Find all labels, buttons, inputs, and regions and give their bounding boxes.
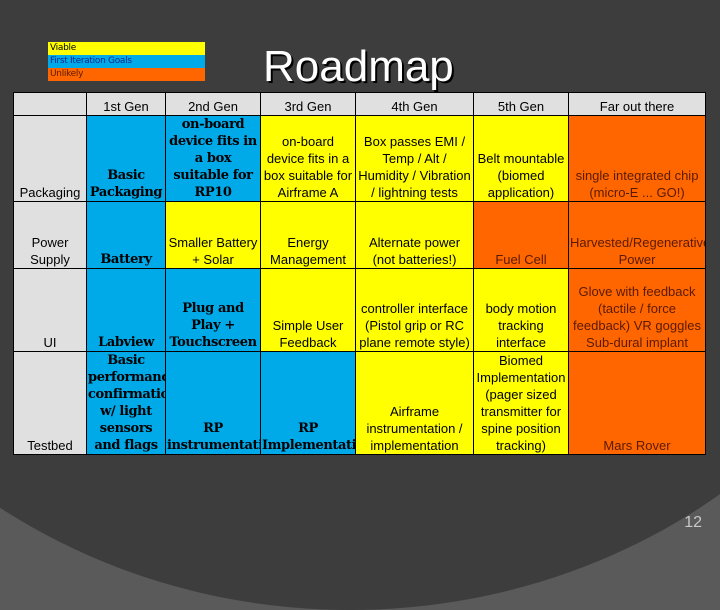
table-cell: Simple User Feedback bbox=[260, 268, 356, 352]
table-row: Power Supply Battery Smaller Battery + S… bbox=[13, 201, 706, 269]
table-cell: Belt mountable (biomed application) bbox=[473, 115, 569, 202]
table-row: Packaging Basic Packaging on-board devic… bbox=[13, 115, 706, 202]
table-cell: controller interface (Pistol grip or RC … bbox=[355, 268, 474, 352]
table-row: Testbed Basic performance confirmation w… bbox=[13, 351, 706, 455]
table-cell: on-board device fits in a box suitable f… bbox=[260, 115, 356, 202]
table-cell: Basic Packaging bbox=[86, 115, 166, 202]
column-header: 1st Gen bbox=[86, 92, 166, 116]
table-cell: on-board device fits in a box suitable f… bbox=[165, 115, 261, 202]
legend-item-unlikely: Unlikely bbox=[48, 68, 205, 81]
table-cell: body motion tracking interface bbox=[473, 268, 569, 352]
table-cell: Labview bbox=[86, 268, 166, 352]
column-header: 5th Gen bbox=[473, 92, 569, 116]
table-cell: Plug and Play + Touchscreen bbox=[165, 268, 261, 352]
table-cell: Glove with feedback (tactile / force fee… bbox=[568, 268, 706, 352]
table-cell: Airframe instrumentation / implementatio… bbox=[355, 351, 474, 455]
slide-title: Roadmap bbox=[263, 42, 454, 91]
table-cell: Smaller Battery + Solar bbox=[165, 201, 261, 269]
legend-item-first-iteration: First Iteration Goals bbox=[48, 55, 205, 68]
column-header-empty bbox=[13, 92, 87, 116]
table-cell: RP instrumentation bbox=[165, 351, 261, 455]
legend-item-viable: Viable bbox=[48, 42, 205, 55]
row-label: Power Supply bbox=[13, 201, 87, 269]
table-cell: Energy Management bbox=[260, 201, 356, 269]
table-cell: Basic performance confirmation w/ light … bbox=[86, 351, 166, 455]
row-label: Packaging bbox=[13, 115, 87, 202]
table-header-row: 1st Gen 2nd Gen 3rd Gen 4th Gen 5th Gen … bbox=[13, 92, 706, 116]
table-cell: Battery bbox=[86, 201, 166, 269]
table-cell: RP Implementation bbox=[260, 351, 356, 455]
page-number: 12 bbox=[684, 514, 702, 531]
row-label: Testbed bbox=[13, 351, 87, 455]
table-cell: single integrated chip (micro-E ... GO!) bbox=[568, 115, 706, 202]
table-cell: Mars Rover bbox=[568, 351, 706, 455]
column-header: 2nd Gen bbox=[165, 92, 261, 116]
legend: Viable First Iteration Goals Unlikely bbox=[48, 42, 205, 81]
table-cell: Biomed Implementation (pager sized trans… bbox=[473, 351, 569, 455]
row-label: UI bbox=[13, 268, 87, 352]
table-cell: Fuel Cell bbox=[473, 201, 569, 269]
column-header: Far out there bbox=[568, 92, 706, 116]
table-cell: Harvested/Regenerative Power bbox=[568, 201, 706, 269]
column-header: 4th Gen bbox=[355, 92, 474, 116]
table-cell: Box passes EMI / Temp / Alt / Humidity /… bbox=[355, 115, 474, 202]
table-cell: Alternate power (not batteries!) bbox=[355, 201, 474, 269]
column-header: 3rd Gen bbox=[260, 92, 356, 116]
table-row: UI Labview Plug and Play + Touchscreen S… bbox=[13, 268, 706, 352]
roadmap-table: 1st Gen 2nd Gen 3rd Gen 4th Gen 5th Gen … bbox=[13, 92, 706, 455]
